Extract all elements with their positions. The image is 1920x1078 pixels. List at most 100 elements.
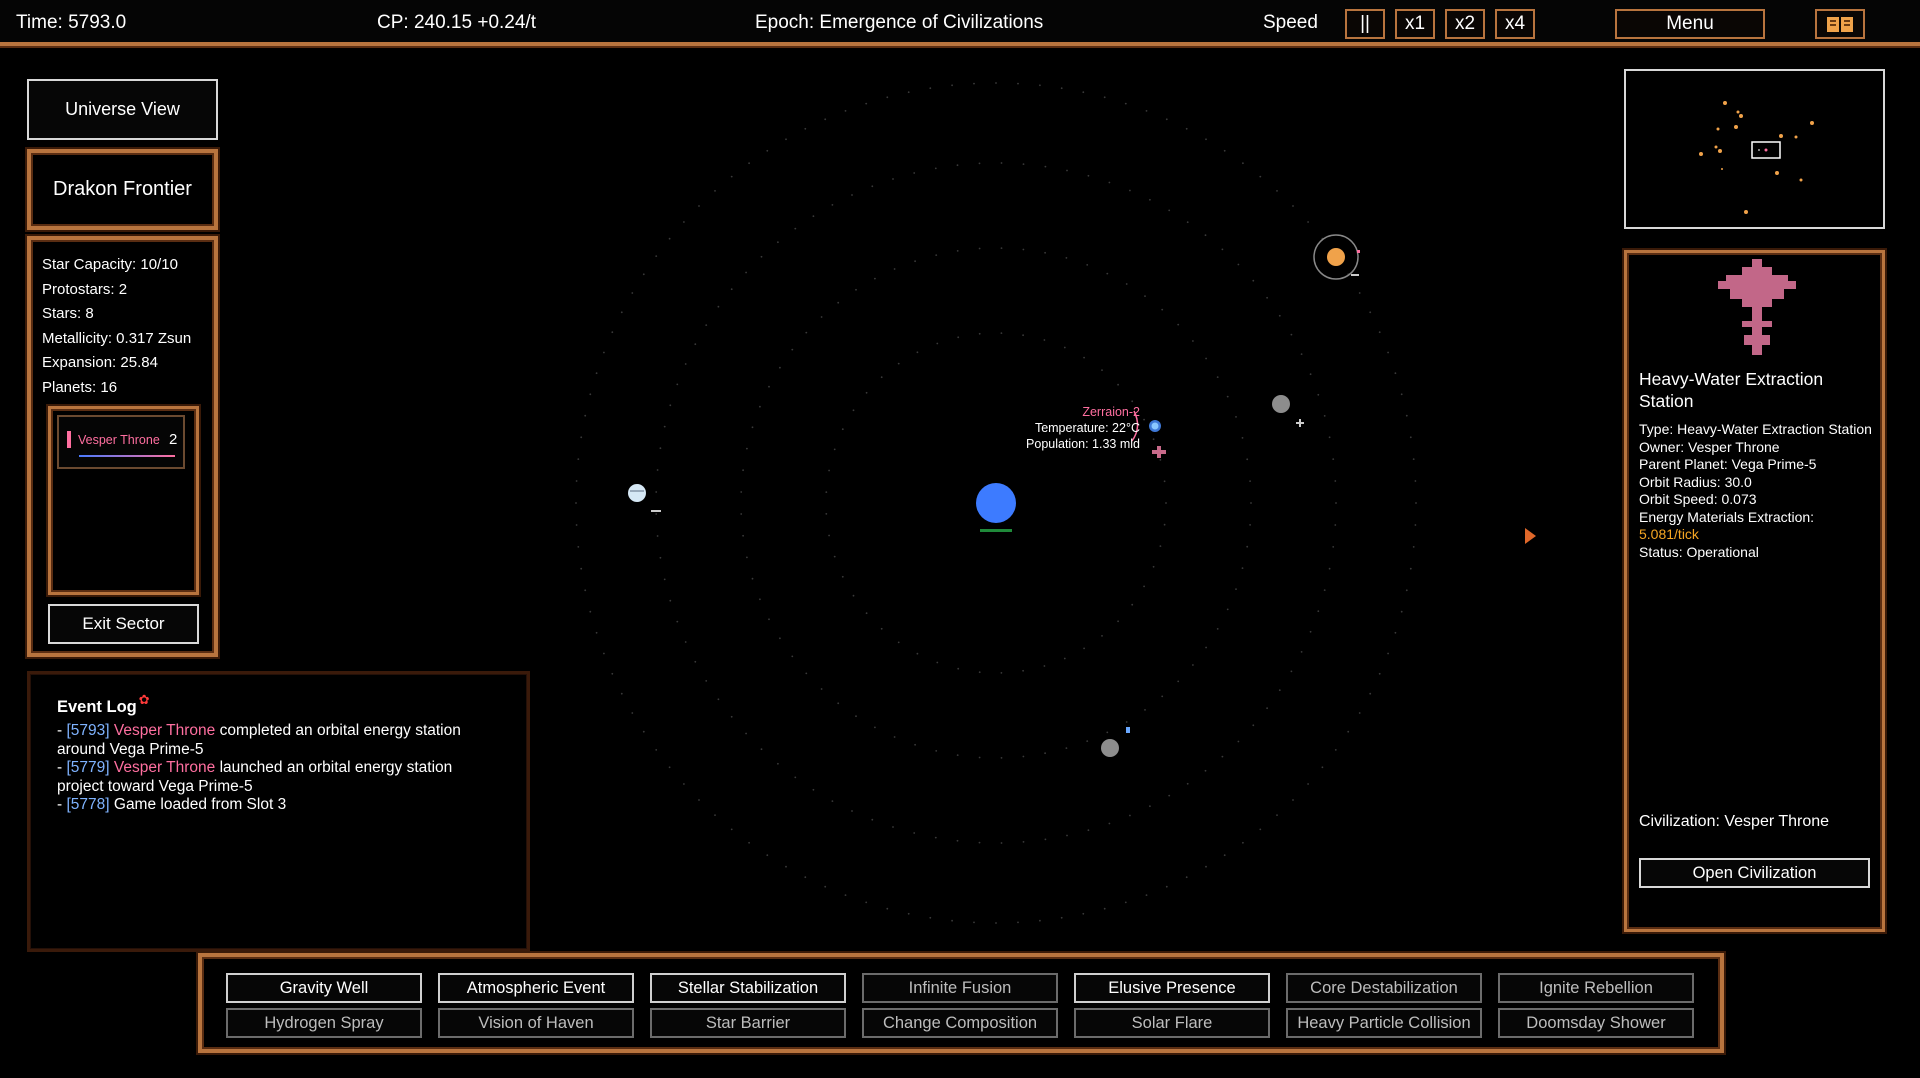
orbit-dot	[575, 524, 578, 526]
sector-title-panel: Drakon Frontier	[27, 149, 218, 230]
cp-readout: CP: 240.15 +0.24/t	[377, 12, 536, 33]
orbit-dot	[1186, 782, 1189, 785]
orbit-dot	[831, 204, 834, 206]
minimap[interactable]	[1624, 69, 1885, 229]
orbit-dot	[1205, 646, 1207, 649]
orbit-dot	[956, 839, 959, 842]
orbital-station[interactable]	[1152, 446, 1166, 458]
orbit-dot	[656, 535, 659, 537]
orbit-dot	[1266, 707, 1268, 710]
orbit-dot	[1412, 458, 1415, 460]
planet-icy[interactable]	[628, 484, 661, 512]
ability-doomsday-shower-button[interactable]: Doomsday Shower	[1498, 1008, 1694, 1038]
orbit-dot	[655, 749, 658, 751]
orbit-dot	[907, 912, 910, 915]
orbit-dot	[768, 385, 770, 388]
orbit-dot	[676, 383, 679, 386]
orbit-dot	[1300, 353, 1303, 355]
orbit-dot	[1185, 127, 1188, 130]
ability-stellar-stabilization-button[interactable]: Stellar Stabilization	[650, 973, 846, 1003]
civ-list-item[interactable]: Vesper Throne 2	[57, 415, 185, 469]
ability-atmospheric-event-button[interactable]: Atmospheric Event	[438, 973, 634, 1003]
exit-sector-button[interactable]: Exit Sector	[48, 604, 199, 644]
ability-star-barrier-button[interactable]: Star Barrier	[650, 1008, 846, 1038]
orbit-dot	[978, 247, 981, 250]
orbit-dot	[837, 301, 840, 304]
speed-x2-button[interactable]: x2	[1445, 9, 1485, 39]
orbit-dot	[1044, 838, 1047, 841]
orbit-dot	[760, 748, 763, 751]
ability-core-destabilization-button[interactable]: Core Destabilization	[1286, 973, 1482, 1003]
orbit-dot	[865, 612, 868, 615]
orbit-dot	[595, 631, 598, 634]
ability-ignite-rebellion-button[interactable]: Ignite Rebellion	[1498, 973, 1694, 1003]
ability-elusive-presence-button[interactable]: Elusive Presence	[1074, 973, 1270, 1003]
orbit-dot	[1022, 841, 1025, 843]
orbit-dot	[794, 776, 797, 779]
ability-change-composition-button[interactable]: Change Composition	[862, 1008, 1058, 1038]
orbit-dot	[1082, 912, 1085, 915]
orbit-dot	[1000, 162, 1003, 164]
stat-star-capacity: Star Capacity: 10/10	[42, 256, 178, 273]
menu-button[interactable]: Menu	[1615, 9, 1765, 39]
orbit-dot	[837, 702, 840, 705]
orbit-dot	[1066, 834, 1068, 837]
civ-color-marker	[67, 431, 71, 448]
orbit-dot	[659, 447, 662, 450]
orbit-dot	[1266, 296, 1268, 299]
orbit-dot	[1044, 251, 1046, 254]
orbit-dot	[1334, 524, 1337, 526]
orbit-dot	[745, 271, 747, 274]
ability-infinite-fusion-button[interactable]: Infinite Fusion	[862, 973, 1058, 1003]
planet-grey-bottom[interactable]	[1101, 727, 1130, 757]
universe-view-button[interactable]: Universe View	[27, 79, 218, 140]
orbit-dot	[1358, 712, 1361, 714]
orbit-dot	[886, 96, 889, 99]
orbit-dot	[584, 414, 587, 417]
orbit-dot	[1060, 916, 1063, 919]
orbit-dot	[1185, 876, 1188, 879]
ability-solar-flare-button[interactable]: Solar Flare	[1074, 1008, 1270, 1038]
orbit-dot	[1204, 769, 1207, 772]
orbit-dot	[1241, 437, 1244, 439]
orbit-dot	[874, 277, 876, 280]
orbit-dot	[1000, 247, 1003, 250]
orbit-dot	[1321, 766, 1324, 769]
orbit-dot	[957, 336, 960, 339]
info-panel: Heavy-Water Extraction Station Type: Hea…	[1624, 250, 1885, 932]
speed-x1-button[interactable]: x1	[1395, 9, 1435, 39]
orbit-dot	[855, 288, 857, 291]
orbit-dot	[779, 366, 781, 369]
ability-hydrogen-spray-button[interactable]: Hydrogen Spray	[226, 1008, 422, 1038]
orbit-dot	[1152, 565, 1155, 568]
orbit-dot	[1043, 339, 1046, 341]
open-civilization-button[interactable]: Open Civilization	[1639, 858, 1870, 888]
pause-button[interactable]: ||	[1345, 9, 1385, 39]
orbit-dot	[1400, 610, 1403, 613]
codex-button[interactable]	[1815, 9, 1865, 39]
planet-orange[interactable]	[1313, 234, 1360, 280]
orbit-dot	[934, 167, 937, 170]
orbit-dot	[777, 241, 779, 244]
ability-vision-of-haven-button[interactable]: Vision of Haven	[438, 1008, 634, 1038]
orbit-dot	[865, 102, 868, 105]
orbit-dot	[1065, 747, 1068, 749]
ability-heavy-particle-collision-button[interactable]: Heavy Particle Collision	[1286, 1008, 1482, 1038]
orbit-dot	[995, 82, 997, 84]
top-bar: Time: 5793.0 CP: 240.15 +0.24/t Epoch: E…	[0, 0, 1920, 46]
offscreen-arrow-icon[interactable]	[1525, 528, 1536, 544]
orbit-dot	[1250, 502, 1252, 504]
speed-x4-button[interactable]: x4	[1495, 9, 1535, 39]
planet-grey-right[interactable]	[1272, 395, 1304, 427]
central-star[interactable]	[976, 483, 1016, 523]
event-log-panel: Event Log ✿ - [5793] Vesper Throne compl…	[27, 671, 530, 952]
info-owner: Owner: Vesper Throne	[1639, 438, 1780, 455]
orbit-dot	[973, 921, 975, 924]
orbit-dot	[1252, 279, 1255, 282]
orbit-dot	[936, 342, 939, 345]
orbit-dot	[831, 800, 834, 802]
orbit-dot	[589, 393, 592, 396]
ability-gravity-well-button[interactable]: Gravity Well	[226, 973, 422, 1003]
orbit-dot	[1205, 865, 1207, 868]
book-icon	[1827, 17, 1853, 32]
